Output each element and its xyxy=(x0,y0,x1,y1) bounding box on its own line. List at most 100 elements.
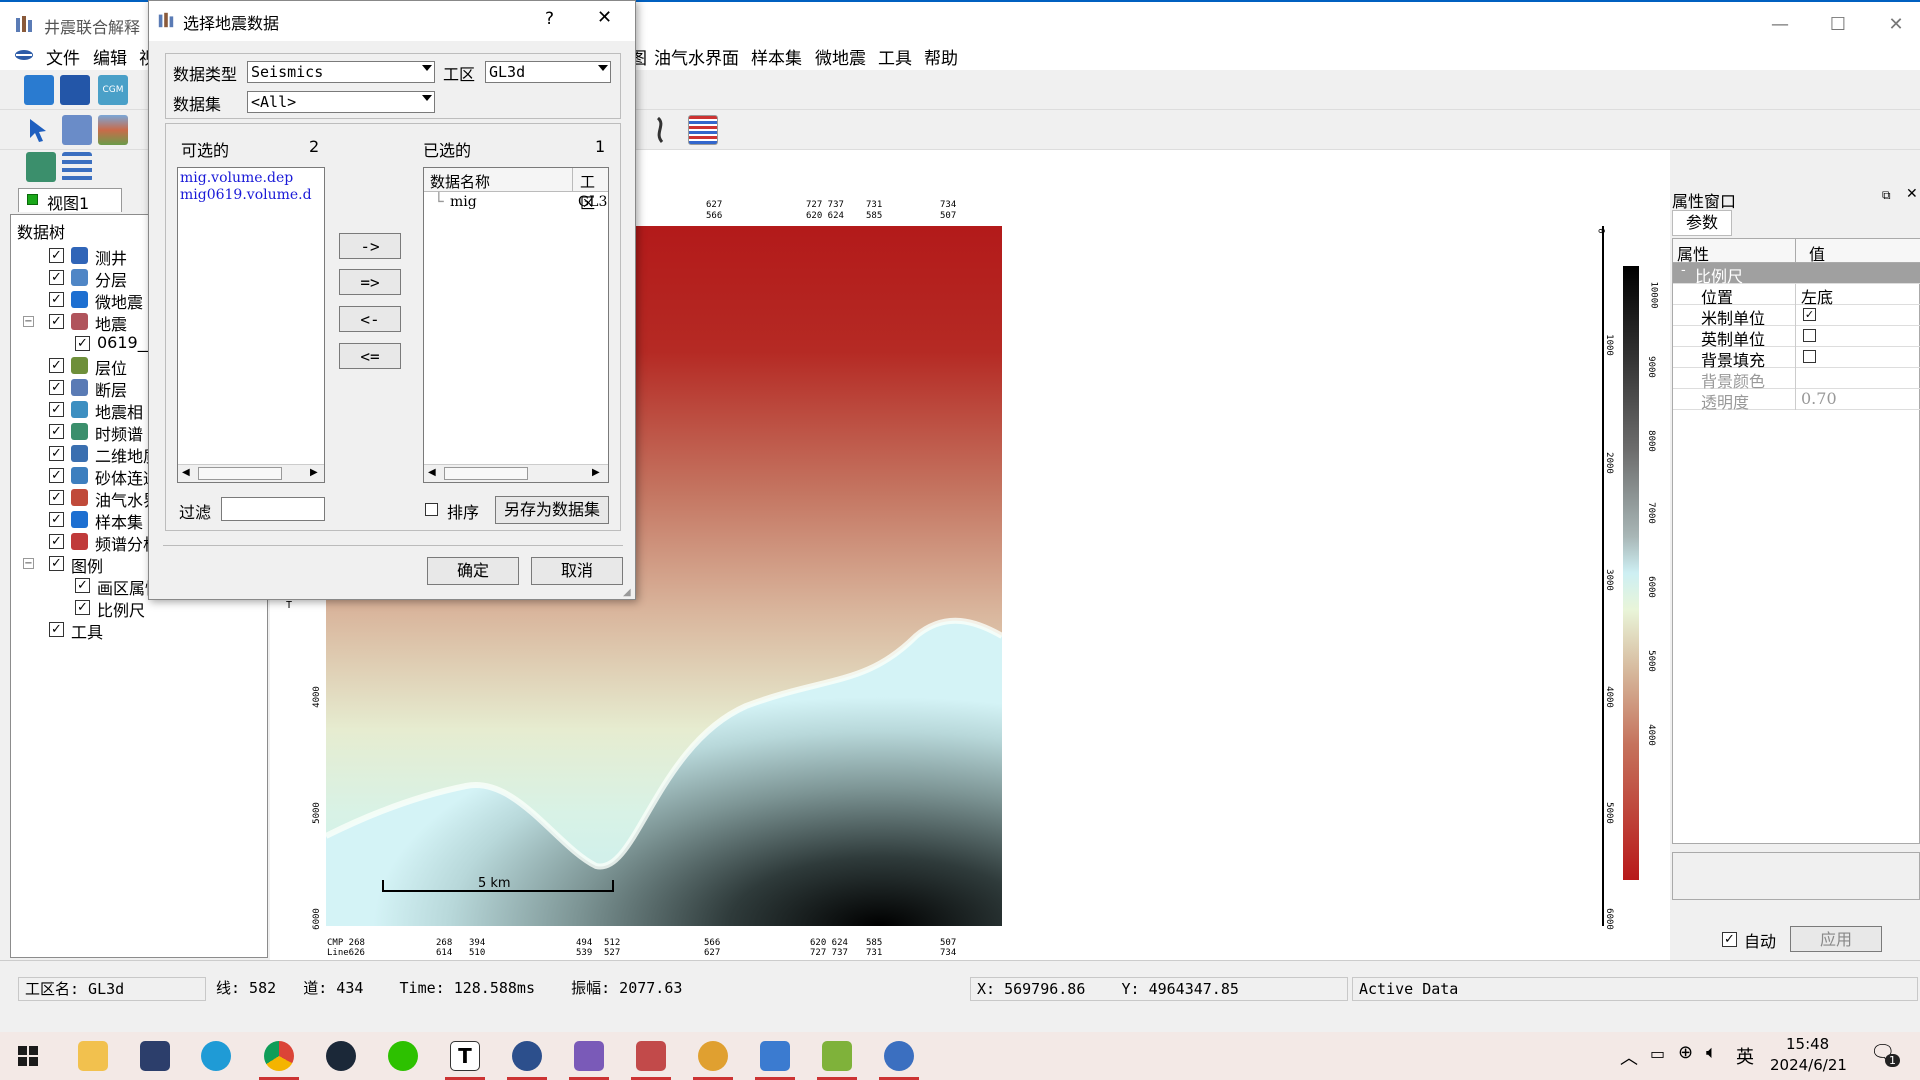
tree-item-checkbox[interactable]: ✓ xyxy=(49,512,64,527)
typora-icon[interactable]: T xyxy=(450,1041,480,1071)
tree-item-checkbox[interactable]: ✓ xyxy=(49,314,64,329)
tree-item-checkbox[interactable]: ✓ xyxy=(49,424,64,439)
file-explorer-icon[interactable] xyxy=(78,1041,108,1071)
geoeast-icon[interactable] xyxy=(512,1041,542,1071)
scroll-left-icon[interactable]: ◀ xyxy=(428,467,436,478)
minimize-button[interactable]: — xyxy=(1752,8,1808,42)
battery-icon[interactable]: ▭ xyxy=(1650,1044,1665,1063)
tree-item-checkbox[interactable]: ✓ xyxy=(49,270,64,285)
cat-app-icon[interactable] xyxy=(140,1041,170,1071)
tree-item-checkbox[interactable]: ✓ xyxy=(49,556,64,571)
auto-checkbox[interactable]: ✓ xyxy=(1722,932,1737,947)
apply-button[interactable]: 应用 xyxy=(1790,926,1882,952)
scroll-left-icon[interactable]: ◀ xyxy=(182,467,190,478)
list-icon[interactable] xyxy=(62,152,92,182)
steam-icon[interactable] xyxy=(326,1041,356,1071)
resize-grip-icon[interactable]: ◢ xyxy=(623,587,631,598)
filter-input[interactable] xyxy=(221,497,325,521)
tree-item-checkbox[interactable]: ✓ xyxy=(49,534,64,549)
menu-microseismic[interactable]: 微地震 xyxy=(815,44,866,69)
tree-item-checkbox[interactable]: ✓ xyxy=(49,490,64,505)
menu-file[interactable]: 文件 xyxy=(46,44,80,69)
tree-item-checkbox[interactable]: ✓ xyxy=(75,578,90,593)
map-pin-icon[interactable] xyxy=(26,152,56,182)
menu-edit[interactable]: 编辑 xyxy=(93,44,127,69)
edge-browser-icon[interactable] xyxy=(201,1041,231,1071)
panel-close-icon[interactable]: ✕ xyxy=(1906,186,1918,202)
selected-list[interactable]: 数据名称 工区 └migGL3c ◀ ▶ xyxy=(423,167,609,483)
tree-item-checkbox[interactable]: ✓ xyxy=(75,600,90,615)
work-area-select[interactable]: GL3d xyxy=(485,61,611,83)
scroll-thumb[interactable] xyxy=(198,467,282,480)
selected-hscrollbar[interactable]: ◀ ▶ xyxy=(424,464,608,482)
tree-item-checkbox[interactable]: ✓ xyxy=(49,622,64,637)
tree-item-checkbox[interactable]: ✓ xyxy=(49,292,64,307)
save-icon[interactable] xyxy=(60,75,90,105)
property-value[interactable]: 0.70 xyxy=(1801,389,1837,408)
close-button[interactable]: ✕ xyxy=(1868,8,1920,42)
select-arrow-icon[interactable] xyxy=(24,115,54,145)
property-row[interactable]: 米制单位 ✓ xyxy=(1673,305,1920,328)
menu-tools[interactable]: 工具 xyxy=(878,44,912,69)
viewer-app-icon[interactable] xyxy=(884,1041,914,1071)
ok-button[interactable]: 确定 xyxy=(427,557,519,585)
available-list-item[interactable]: mig0619.volume.d xyxy=(180,187,312,204)
remove-selected-button[interactable]: <- xyxy=(339,306,401,332)
layers-icon[interactable] xyxy=(98,115,128,145)
available-list-item[interactable]: mig.volume.dep xyxy=(180,170,312,187)
selected-list-row[interactable]: └migGL3c xyxy=(424,192,608,214)
well-icon[interactable] xyxy=(62,115,92,145)
well-seismic-app-icon[interactable] xyxy=(574,1041,604,1071)
export-cgm-icon[interactable]: CGM xyxy=(98,75,128,105)
volume-icon[interactable]: 🔈︎ xyxy=(1706,1042,1717,1063)
chrome-icon[interactable] xyxy=(264,1041,294,1071)
scroll-right-icon[interactable]: ▶ xyxy=(310,467,318,478)
tree-item-checkbox[interactable]: ✓ xyxy=(75,336,90,351)
available-list[interactable]: mig.volume.dep mig0619.volume.d ◀ ▶ xyxy=(177,167,325,483)
group-scale-bar[interactable]: - 比例尺 xyxy=(1673,263,1920,286)
add-all-button[interactable]: => xyxy=(339,269,401,295)
tree-item-checkbox[interactable]: ✓ xyxy=(49,380,64,395)
scroll-thumb[interactable] xyxy=(444,467,528,480)
dataset-select[interactable]: <All> xyxy=(247,91,435,113)
sort-checkbox[interactable] xyxy=(425,503,438,516)
collapse-toggle-icon[interactable]: − xyxy=(23,316,34,327)
network-icon[interactable]: ⊕ xyxy=(1678,1042,1693,1063)
col-data-name[interactable]: 数据名称 xyxy=(430,171,490,192)
menu-owc[interactable]: 油气水界面 xyxy=(654,44,739,69)
property-checkbox[interactable]: ✓ xyxy=(1803,308,1816,321)
tree-item-checkbox[interactable]: ✓ xyxy=(49,358,64,373)
tree-item-checkbox[interactable]: ✓ xyxy=(49,468,64,483)
save-as-dataset-button[interactable]: 另存为数据集 xyxy=(495,496,609,524)
cancel-button[interactable]: 取消 xyxy=(531,557,623,585)
clock-time[interactable]: 15:48 xyxy=(1786,1035,1829,1053)
plot-app-icon[interactable] xyxy=(760,1041,790,1071)
seismic-display-icon[interactable] xyxy=(688,115,718,145)
tab-params[interactable]: 参数 xyxy=(1672,210,1732,236)
interpretation-app-icon[interactable] xyxy=(636,1041,666,1071)
maximize-button[interactable]: ☐ xyxy=(1810,8,1866,42)
help-icon[interactable]: ? xyxy=(545,9,554,29)
float-icon[interactable]: ⧉ xyxy=(1882,188,1891,203)
ime-indicator[interactable]: 英 xyxy=(1736,1043,1754,1069)
tray-expand-icon[interactable]: ︿ xyxy=(1620,1044,1638,1070)
tree-item-checkbox[interactable]: ✓ xyxy=(49,446,64,461)
scroll-right-icon[interactable]: ▶ xyxy=(592,467,600,478)
property-row[interactable]: 背景颜色 xyxy=(1673,368,1920,391)
menu-help[interactable]: 帮助 xyxy=(924,44,958,69)
open-folder-icon[interactable] xyxy=(24,75,54,105)
collapse-toggle-icon[interactable]: − xyxy=(23,558,34,569)
start-windows-icon[interactable] xyxy=(18,1046,38,1066)
remove-all-button[interactable]: <= xyxy=(339,343,401,369)
property-checkbox[interactable] xyxy=(1803,329,1816,342)
map-app-icon[interactable] xyxy=(822,1041,852,1071)
property-row[interactable]: 背景填充 xyxy=(1673,347,1920,370)
available-hscrollbar[interactable]: ◀ ▶ xyxy=(178,464,324,482)
tree-item-checkbox[interactable]: ✓ xyxy=(49,402,64,417)
tab-view1[interactable]: 视图1 xyxy=(18,188,122,213)
curve-tool-icon[interactable] xyxy=(652,115,670,145)
menu-samples[interactable]: 样本集 xyxy=(751,44,802,69)
tree-item-checkbox[interactable]: ✓ xyxy=(49,248,64,263)
dialog-close-icon[interactable]: ✕ xyxy=(597,7,612,28)
data-type-select[interactable]: Seismics xyxy=(247,61,435,83)
